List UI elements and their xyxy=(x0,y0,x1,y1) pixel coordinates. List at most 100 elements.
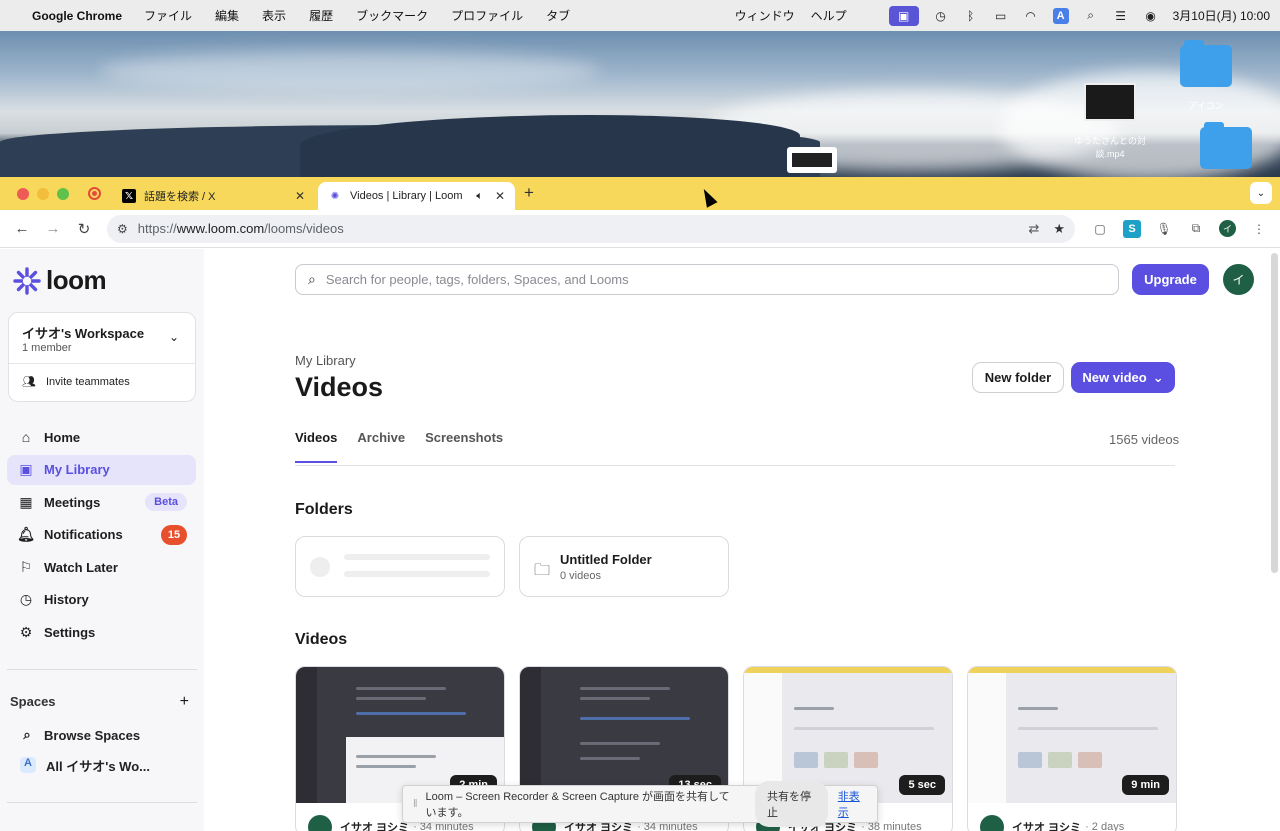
sidebar-item-home[interactable]: ⌂ Home xyxy=(7,422,196,452)
tab-archive[interactable]: Archive xyxy=(357,430,405,463)
translate-icon[interactable]: ⇄ xyxy=(1028,221,1039,237)
library-tabs: Videos Archive Screenshots xyxy=(295,430,503,463)
video-thumbnail[interactable]: 2 min xyxy=(296,667,504,803)
menu-view[interactable]: 表示 xyxy=(262,7,286,24)
close-tab-icon[interactable]: ✕ xyxy=(495,189,505,203)
close-tab-icon[interactable]: ✕ xyxy=(295,189,305,203)
microphone-icon[interactable]: 🎙︎ xyxy=(1155,220,1173,238)
zoom-window-button[interactable] xyxy=(57,188,69,200)
menu-help[interactable]: ヘルプ xyxy=(811,7,847,24)
extensions-puzzle-icon[interactable]: ⧉ xyxy=(1187,220,1205,238)
address-bar[interactable]: ⚙ https://www.loom.com/looms/videos ⇄ ★ xyxy=(107,214,1075,243)
add-space-button[interactable]: + xyxy=(180,693,189,711)
tab-search-button[interactable]: ⌄ xyxy=(1250,182,1272,204)
folder-card-loading[interactable] xyxy=(295,536,505,597)
sidebar-item-my-library[interactable]: ▣ My Library xyxy=(7,454,196,485)
recording-indicator-icon[interactable] xyxy=(88,187,101,200)
spotlight-search-icon[interactable]: ⌕ xyxy=(1083,8,1099,23)
tab-x-search[interactable]: 𝕏 話題を検索 / X ✕ xyxy=(112,182,315,210)
back-button[interactable]: ← xyxy=(10,217,34,241)
gear-icon: ⚙ xyxy=(19,623,33,640)
minimize-window-button[interactable] xyxy=(37,188,49,200)
sidebar-item-history[interactable]: ◷ History xyxy=(7,585,196,615)
site-info-icon[interactable]: ⚙ xyxy=(117,222,128,236)
loading-skeleton xyxy=(344,554,490,560)
profile-avatar[interactable]: イ xyxy=(1219,220,1236,237)
sidebar-item-browse-spaces[interactable]: ⌕ Browse Spaces xyxy=(20,724,140,746)
sidebar-item-watch-later[interactable]: ⚐ Watch Later xyxy=(7,552,196,582)
video-thumbnail[interactable]: 9 min xyxy=(968,667,1176,803)
battery-icon[interactable]: ▭ xyxy=(993,9,1009,23)
video-card[interactable]: 9 min イサオ ヨシミ · 2 days xyxy=(967,666,1177,831)
bookmark-star-icon[interactable]: ★ xyxy=(1053,221,1065,237)
video-duration: 9 min xyxy=(1122,775,1169,795)
tab-loom-videos[interactable]: ✺ Videos | Library | Loom 🔈︎ ✕ xyxy=(318,182,515,210)
menu-history[interactable]: 履歴 xyxy=(309,7,333,24)
time-machine-icon[interactable]: ◷ xyxy=(933,9,949,23)
invite-teammates-button[interactable]: 👥︎ Invite teammates xyxy=(22,375,130,389)
menu-window[interactable]: ウィンドウ xyxy=(735,7,795,24)
folder-card[interactable]: 🗀 Untitled Folder 0 videos xyxy=(519,536,729,597)
menu-tab[interactable]: タブ xyxy=(546,7,570,24)
sidebar-item-meetings[interactable]: ▦ Meetings Beta xyxy=(7,487,196,517)
menu-edit[interactable]: 編集 xyxy=(215,7,239,24)
new-video-button[interactable]: New video ⌄ xyxy=(1071,362,1175,393)
close-window-button[interactable] xyxy=(17,188,29,200)
chevron-down-icon[interactable]: ⌄ xyxy=(169,330,179,344)
menu-app-name[interactable]: Google Chrome xyxy=(32,9,122,23)
page-scrollbar[interactable] xyxy=(1271,253,1278,573)
loom-icon: ✺ xyxy=(330,190,340,202)
loom-logo-icon xyxy=(13,266,41,295)
menu-file[interactable]: ファイル xyxy=(144,7,192,24)
main-content: ⌕ Search for people, tags, folders, Spac… xyxy=(204,249,1280,831)
calendar-icon: ▦ xyxy=(19,493,33,510)
sidebar-item-notifications[interactable]: 🔔︎ Notifications 15 xyxy=(7,520,196,550)
avatar[interactable]: イ xyxy=(1223,264,1254,295)
stop-sharing-button[interactable]: 共有を停止 xyxy=(755,781,828,827)
wifi-icon[interactable]: ◠ xyxy=(1023,9,1039,23)
hide-sharing-bar-link[interactable]: 非表示 xyxy=(838,788,867,820)
extension-s-icon[interactable]: S xyxy=(1123,219,1141,238)
chrome-window: 𝕏 話題を検索 / X ✕ ✺ Videos | Library | Loom … xyxy=(0,177,1280,831)
tab-audio-icon[interactable]: 🔈︎ xyxy=(476,190,483,203)
menubar-clock[interactable]: 3月10日(月) 10:00 xyxy=(1173,7,1270,24)
window-controls xyxy=(17,188,69,200)
folder-icon: 🗀 xyxy=(534,562,551,579)
loom-logo[interactable]: loom xyxy=(13,265,107,296)
chrome-menu-icon[interactable]: ⋮ xyxy=(1250,220,1268,238)
desktop-video-file-icon[interactable]: ゆうたさんとの対談.mp4 xyxy=(1068,83,1152,161)
macos-menubar: Google Chrome ファイル 編集 表示 履歴 ブックマーク プロファイ… xyxy=(0,0,1280,31)
sidebar-item-all-workspace[interactable]: A All イサオ's Wo... xyxy=(20,754,150,776)
breadcrumb[interactable]: My Library xyxy=(295,353,356,368)
sharing-message: Loom – Screen Recorder & Screen Capture … xyxy=(425,791,730,819)
minimized-window-thumbnail[interactable] xyxy=(787,147,837,173)
users-icon: 👥︎ xyxy=(22,376,36,388)
siri-icon[interactable]: ◉ xyxy=(1143,9,1159,23)
upgrade-button[interactable]: Upgrade xyxy=(1132,264,1209,295)
menu-bookmarks[interactable]: ブックマーク xyxy=(356,7,428,24)
desktop-folder-2-icon[interactable] xyxy=(1200,122,1252,169)
menu-profiles[interactable]: プロファイル xyxy=(451,7,523,24)
search-input[interactable]: ⌕ Search for people, tags, folders, Spac… xyxy=(295,264,1119,295)
screen-share-status-icon[interactable]: ▣ xyxy=(888,5,919,26)
video-thumbnail[interactable]: 13 sec xyxy=(520,667,728,803)
loading-skeleton xyxy=(344,571,490,577)
home-icon: ⌂ xyxy=(21,429,31,445)
sidebar-item-settings[interactable]: ⚙ Settings xyxy=(7,617,196,647)
tab-videos[interactable]: Videos xyxy=(295,430,338,463)
avatar xyxy=(980,815,1004,831)
workspace-switcher[interactable]: イサオ's Workspace 1 member ⌄ 👥︎ Invite tea… xyxy=(8,312,196,402)
bluetooth-icon[interactable]: ᛒ xyxy=(963,9,979,23)
control-center-icon[interactable]: ☰ xyxy=(1113,9,1129,23)
tab-strip: 𝕏 話題を検索 / X ✕ ✺ Videos | Library | Loom … xyxy=(0,177,1280,210)
tab-screenshots[interactable]: Screenshots xyxy=(425,430,503,463)
reload-button[interactable]: ↻ xyxy=(72,217,96,241)
drag-handle-icon[interactable]: ‖ xyxy=(413,798,418,810)
extension-chat-icon[interactable]: ▢ xyxy=(1091,220,1109,238)
new-tab-button[interactable]: + xyxy=(524,183,534,203)
search-icon: ⌕ xyxy=(308,271,316,287)
desktop-folder-icon[interactable]: アイコン xyxy=(1180,40,1232,112)
new-folder-button[interactable]: New folder xyxy=(972,362,1064,393)
forward-button[interactable]: → xyxy=(41,217,65,241)
input-source-icon[interactable]: A xyxy=(1052,7,1069,24)
